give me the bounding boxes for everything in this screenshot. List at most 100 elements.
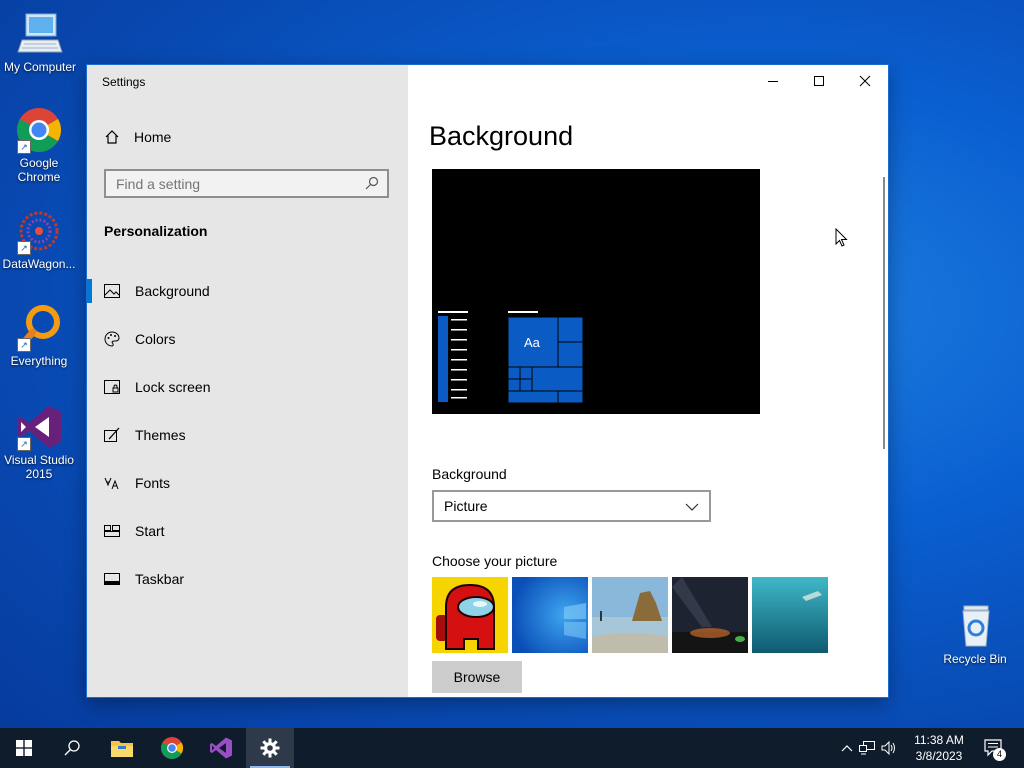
minimize-button[interactable] [750,65,796,97]
picture-thumbnail-3[interactable] [592,577,668,653]
settings-nav: Background Colors Lock screen Themes Fon… [87,267,408,603]
mouse-cursor-icon [835,228,848,247]
lock-screen-icon [104,379,120,395]
recycle-bin-icon [951,602,999,650]
nav-item-colors[interactable]: Colors [87,315,408,363]
desktop-icon-label: Visual Studio 2015 [4,453,74,481]
chrome-icon [161,737,183,759]
search-input[interactable] [106,171,371,196]
desktop-icon-label: Recycle Bin [943,652,1007,666]
start-button[interactable] [0,728,48,768]
search-icon [64,740,80,756]
folder-icon [111,741,133,757]
desktop-icon-my-computer[interactable]: My Computer [0,10,80,74]
action-center-button[interactable]: 4 [970,728,1018,768]
nav-item-label: Taskbar [135,571,185,587]
scrollbar[interactable] [883,177,885,449]
background-label: Background [432,466,507,482]
desktop-icon-label: Everything [10,354,68,368]
fonts-icon [104,475,120,491]
nav-item-start[interactable]: Start [87,507,408,555]
desktop-icon-visual-studio[interactable]: ↗ Visual Studio 2015 [0,403,79,481]
home-icon [104,129,120,145]
nav-item-label: Fonts [135,475,171,491]
shortcut-arrow-icon: ↗ [17,140,31,154]
nav-item-background[interactable]: Background [87,267,408,315]
nav-item-taskbar[interactable]: Taskbar [87,555,408,603]
picture-thumbnail-5[interactable] [752,577,828,653]
everything-search-icon: ↗ [15,304,63,352]
taskbar-clock[interactable]: 11:38 AM 3/8/2023 [905,732,973,764]
nav-item-label: Lock screen [135,379,211,395]
settings-window: Settings Home Personalization Background [87,65,888,697]
maximize-icon [814,76,824,86]
among-us-image [432,577,508,653]
gear-icon [260,738,280,758]
system-tray [838,728,900,768]
taskbar-chrome[interactable] [148,728,196,768]
browse-button[interactable]: Browse [432,661,522,693]
picture-icon [104,283,120,299]
desktop-icon-datawagon[interactable]: ↗ DataWagon... [0,207,79,271]
night-sky-image [672,577,748,653]
desktop-icon-label: Google Chrome [17,156,61,184]
network-icon[interactable] [856,741,878,755]
search-icon[interactable] [365,176,379,195]
taskbar-file-explorer[interactable] [98,728,146,768]
search-box[interactable] [104,169,389,198]
computer-icon [16,10,64,58]
nav-item-label: Colors [135,331,176,347]
beach-rocks-image [592,577,668,653]
nav-item-label: Start [135,523,165,539]
desktop-icon-recycle-bin[interactable]: Recycle Bin [935,602,1015,666]
choose-picture-label: Choose your picture [432,553,558,569]
themes-icon [104,427,120,443]
page-title: Background [429,121,574,151]
nav-item-label: Background [135,283,210,299]
picture-thumbnail-2[interactable] [512,577,588,653]
shortcut-arrow-icon: ↗ [17,437,31,451]
start-menu-preview [438,311,584,404]
nav-item-label: Themes [135,427,186,443]
home-button[interactable]: Home [104,129,171,145]
background-dropdown-value: Picture [444,498,488,514]
close-icon [859,75,871,87]
visual-studio-icon: ↗ [15,403,63,451]
chrome-icon: ↗ [15,106,63,154]
desktop-icon-everything[interactable]: ↗ Everything [0,304,79,368]
taskbar-search-button[interactable] [48,728,96,768]
close-button[interactable] [842,65,888,97]
shortcut-arrow-icon: ↗ [17,241,31,255]
desktop-icon-google-chrome[interactable]: ↗ Google Chrome [0,106,79,184]
home-label: Home [134,129,172,145]
picture-thumbnail-4[interactable] [672,577,748,653]
chevron-up-icon[interactable] [838,744,856,752]
windows-logo-icon [16,740,32,756]
start-icon [104,523,120,539]
preview-tile-label: Aa [524,335,540,350]
volume-icon[interactable] [878,741,900,755]
picture-thumbnail-1[interactable] [432,577,508,653]
minimize-icon [768,81,778,82]
desktop-icon-label: My Computer [3,60,77,74]
picture-thumbnails [432,577,828,653]
nav-item-fonts[interactable]: Fonts [87,459,408,507]
taskbar-settings[interactable] [246,728,294,768]
settings-sidebar: Settings Home Personalization Background [87,65,408,697]
datawagon-icon: ↗ [15,207,63,255]
windows-hero-image [512,577,588,653]
taskbar-visual-studio[interactable] [197,728,245,768]
background-preview: Aa [432,169,760,414]
visual-studio-icon [210,737,232,759]
clock-date: 3/8/2023 [915,749,963,763]
taskbar: 11:38 AM 3/8/2023 4 [0,728,1024,768]
maximize-button[interactable] [796,65,842,97]
section-label: Personalization [104,223,208,239]
underwater-swimmer-image [752,577,828,653]
background-dropdown[interactable]: Picture [432,490,711,522]
nav-item-themes[interactable]: Themes [87,411,408,459]
nav-item-lock-screen[interactable]: Lock screen [87,363,408,411]
clock-time: 11:38 AM [914,733,964,747]
chevron-down-icon [685,500,699,516]
taskbar-icon [104,571,120,587]
